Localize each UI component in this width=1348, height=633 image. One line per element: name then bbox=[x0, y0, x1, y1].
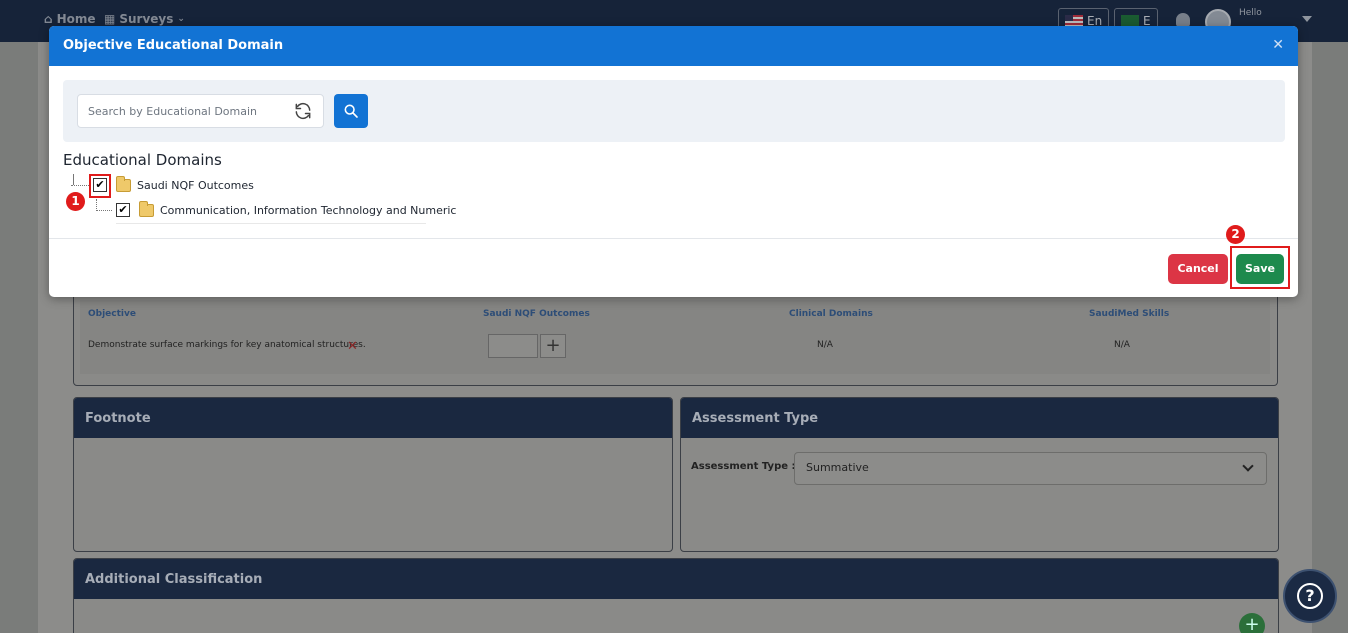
assessment-type-title: Assessment Type bbox=[681, 398, 1278, 438]
question-icon: ? bbox=[1297, 583, 1323, 609]
header-clinical-domains: Clinical Domains bbox=[789, 309, 873, 319]
cancel-button[interactable]: Cancel bbox=[1168, 254, 1228, 284]
tree-node-communication[interactable]: ✔ Communication, Information Technology … bbox=[116, 200, 457, 217]
educational-domain-modal: Objective Educational Domain ✕ Education… bbox=[49, 26, 1298, 297]
help-button[interactable]: ? bbox=[1283, 569, 1337, 623]
objective-text: Demonstrate surface markings for key ana… bbox=[88, 340, 366, 350]
step-badge-1: 1 bbox=[66, 192, 85, 211]
search-field-wrapper bbox=[77, 94, 324, 128]
add-classification-button[interactable]: + bbox=[1239, 613, 1265, 633]
footnote-title: Footnote bbox=[74, 398, 672, 438]
tree-node-label: Saudi NQF Outcomes bbox=[137, 178, 254, 192]
modal-title: Objective Educational Domain bbox=[63, 38, 284, 53]
tree-title: Educational Domains bbox=[63, 151, 222, 169]
refresh-icon[interactable] bbox=[293, 101, 313, 121]
highlight-checkbox bbox=[89, 174, 111, 198]
search-button[interactable] bbox=[334, 94, 368, 128]
modal-header: Objective Educational Domain ✕ bbox=[49, 26, 1298, 66]
assessment-type-label: Assessment Type : bbox=[691, 461, 796, 472]
remove-objective-icon[interactable]: ✕ bbox=[347, 339, 358, 354]
additional-classification-card: Additional Classification bbox=[73, 558, 1279, 633]
footnote-card: Footnote bbox=[73, 397, 673, 552]
assessment-type-select[interactable]: Summative bbox=[794, 452, 1267, 485]
assessment-type-value: Summative bbox=[806, 461, 869, 474]
add-nqf-outcome-button[interactable]: + bbox=[540, 334, 566, 358]
highlight-save bbox=[1230, 246, 1290, 289]
close-icon[interactable]: ✕ bbox=[1272, 37, 1284, 53]
folder-icon bbox=[139, 200, 154, 217]
clinical-domains-value: N/A bbox=[817, 340, 833, 350]
nqf-outcome-field[interactable] bbox=[488, 334, 538, 358]
header-saudimed-skills: SaudiMed Skills bbox=[1089, 309, 1170, 319]
search-icon bbox=[344, 104, 358, 118]
chevron-down-icon bbox=[1242, 460, 1254, 472]
tree-checkbox[interactable]: ✔ bbox=[116, 203, 130, 217]
tree-node-label: Communication, Information Technology an… bbox=[160, 203, 457, 217]
folder-icon bbox=[116, 175, 131, 192]
step-badge-2: 2 bbox=[1226, 225, 1245, 244]
tree-node-saudi-nqf[interactable]: ✔ Saudi NQF Outcomes bbox=[93, 175, 254, 192]
additional-classification-title: Additional Classification bbox=[74, 559, 1278, 599]
search-panel bbox=[63, 80, 1285, 142]
saudimed-skills-value: N/A bbox=[1114, 340, 1130, 350]
header-saudi-nqf: Saudi NQF Outcomes bbox=[483, 309, 590, 319]
search-input[interactable] bbox=[78, 95, 288, 127]
header-objective: Objective bbox=[88, 309, 136, 319]
modal-footer-divider bbox=[49, 238, 1298, 239]
